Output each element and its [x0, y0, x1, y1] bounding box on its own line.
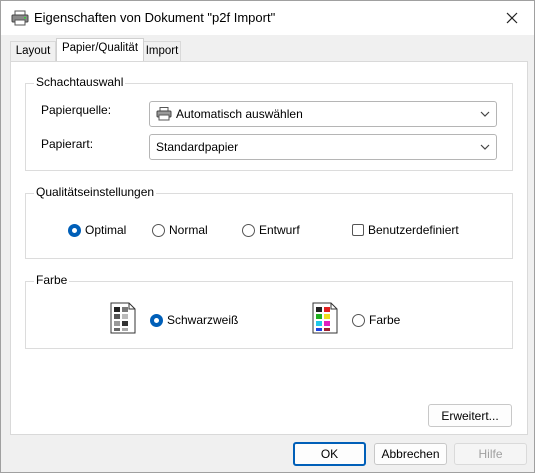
tab-papier-qualitaet[interactable]: Papier/Qualität	[56, 38, 144, 61]
radio-indicator	[152, 223, 165, 237]
papierquelle-select[interactable]: Automatisch auswählen	[149, 101, 497, 127]
benutzerdefiniert-label: Benutzerdefiniert	[368, 223, 459, 237]
radio-entwurf-label: Entwurf	[259, 223, 300, 237]
chevron-down-icon	[480, 141, 490, 151]
window-title: Eigenschaften von Dokument "p2f Import"	[34, 10, 276, 25]
close-icon	[506, 12, 518, 24]
ok-button[interactable]: OK	[293, 442, 366, 466]
radio-farbe[interactable]: Farbe	[352, 313, 400, 327]
printer-icon	[11, 10, 29, 26]
title-bar: Eigenschaften von Dokument "p2f Import"	[1, 1, 534, 35]
papierart-select[interactable]: Standardpapier	[149, 134, 497, 160]
close-button[interactable]	[490, 1, 534, 35]
chevron-down-icon	[480, 108, 490, 118]
tab-import[interactable]: Import	[143, 41, 181, 61]
radio-normal-label: Normal	[169, 223, 208, 237]
properties-dialog: Eigenschaften von Dokument "p2f Import" …	[0, 0, 535, 473]
radio-normal[interactable]: Normal	[152, 223, 208, 237]
farbe-legend: Farbe	[34, 273, 70, 287]
printer-icon	[156, 107, 172, 124]
qualitaet-group: Qualitätseinstellungen Optimal Normal En…	[25, 185, 513, 259]
help-button[interactable]: Hilfe	[454, 443, 527, 465]
radio-optimal[interactable]: Optimal	[68, 223, 126, 237]
papierart-value: Standardpapier	[156, 140, 239, 154]
radio-indicator	[352, 313, 365, 327]
radio-schwarzweiss[interactable]: Schwarzweiß	[150, 313, 238, 327]
papierart-label: Papierart:	[41, 137, 94, 151]
qualitaet-legend: Qualitätseinstellungen	[34, 185, 157, 199]
erweitert-button[interactable]: Erweitert...	[428, 404, 512, 427]
papierquelle-label: Papierquelle:	[41, 103, 112, 117]
radio-optimal-label: Optimal	[85, 223, 127, 237]
tab-layout[interactable]: Layout	[10, 41, 56, 61]
schachtauswahl-group: Schachtauswahl Papierquelle: Automatisch…	[25, 75, 513, 171]
radio-schwarzweiss-label: Schwarzweiß	[167, 313, 239, 327]
radio-farbe-label: Farbe	[369, 313, 401, 327]
radio-indicator	[68, 223, 81, 237]
checkbox-box	[352, 224, 364, 236]
color-page-icon	[312, 302, 338, 337]
farbe-group: Farbe Schwarzweiß Farbe	[25, 273, 513, 349]
cancel-button[interactable]: Abbrechen	[374, 443, 447, 465]
benutzerdefiniert-checkbox[interactable]: Benutzerdefiniert	[352, 223, 459, 237]
radio-entwurf[interactable]: Entwurf	[242, 223, 300, 237]
radio-indicator	[150, 313, 163, 327]
grayscale-page-icon	[110, 302, 136, 337]
papierquelle-value: Automatisch auswählen	[176, 107, 303, 121]
schachtauswahl-legend: Schachtauswahl	[34, 75, 126, 89]
tab-panel: Schachtauswahl Papierquelle: Automatisch…	[10, 61, 528, 435]
radio-indicator	[242, 223, 255, 237]
